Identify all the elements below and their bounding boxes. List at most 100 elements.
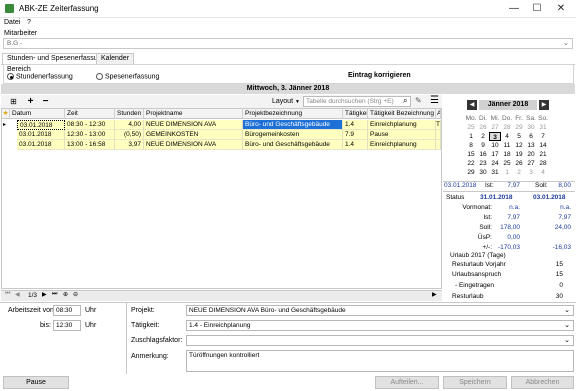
radio-hours[interactable]: Stundenerfassung: [7, 73, 73, 80]
add-icon[interactable]: +: [25, 96, 36, 107]
calendar-day[interactable]: 21: [537, 150, 549, 159]
prev-month-icon[interactable]: ◀: [467, 100, 477, 110]
menu-help[interactable]: ?: [27, 19, 31, 26]
table-row-activity-desc[interactable]: Einreichplanung: [368, 140, 436, 150]
next-month-icon[interactable]: ▶: [539, 100, 549, 110]
table-row-date[interactable]: 03.01.2018: [17, 120, 65, 130]
radio-expenses[interactable]: Spesenerfassung: [96, 73, 159, 80]
table-row-activity[interactable]: 1.4: [343, 140, 368, 150]
radio-expenses-indicator[interactable]: [96, 73, 103, 80]
pause-button[interactable]: Pause: [3, 376, 69, 389]
calendar-day[interactable]: 14: [537, 141, 549, 150]
col-activity-desc[interactable]: Tätigkeit Bezeichnung: [368, 109, 436, 119]
table-row-project[interactable]: NEUE DIMENSION AVA: [144, 140, 243, 150]
tab-calendar[interactable]: Kalender: [96, 53, 135, 64]
calendar-day[interactable]: 30: [477, 168, 489, 177]
first-page-icon[interactable]: ⏮: [5, 291, 10, 298]
table-row-date[interactable]: 03.01.2018: [17, 130, 65, 140]
calendar-day[interactable]: 3: [489, 132, 501, 141]
scroll-right-icon[interactable]: ▶: [432, 291, 437, 298]
calendar-day[interactable]: 10: [489, 141, 501, 150]
calendar-day[interactable]: 5: [513, 132, 525, 141]
table-row-hours[interactable]: (0,50): [115, 130, 144, 140]
table-row-activity-desc[interactable]: Pause: [368, 130, 436, 140]
table-row-time[interactable]: 13:00 - 16:58: [65, 140, 115, 150]
calendar-day[interactable]: 25: [501, 159, 513, 168]
calendar-day[interactable]: 25: [465, 123, 477, 132]
table-row-time[interactable]: 12:30 - 13:00: [65, 130, 115, 140]
calendar-day[interactable]: 4: [537, 168, 549, 177]
note-textarea[interactable]: Türöffnungen kontrolliert: [186, 350, 574, 372]
calendar-day[interactable]: 24: [489, 159, 501, 168]
calendar-day[interactable]: 27: [525, 159, 537, 168]
append-icon[interactable]: ⊕: [63, 291, 68, 298]
table-row-activity[interactable]: 1.4: [343, 120, 368, 130]
table-row-hours[interactable]: 3,97: [115, 140, 144, 150]
table-row-project-desc[interactable]: Büro- und Geschäftsgebäude: [243, 120, 343, 130]
tab-hours-expenses[interactable]: Stunden- und Spesenerfassung: [2, 53, 111, 64]
calendar-day[interactable]: 13: [525, 141, 537, 150]
calendar-day[interactable]: 1: [501, 168, 513, 177]
menu-icon[interactable]: ☰: [430, 95, 439, 106]
table-row-project-desc[interactable]: Büro- und Geschäftsgebäude: [243, 140, 343, 150]
split-button[interactable]: Aufteilen...: [375, 376, 439, 389]
calendar-day[interactable]: 30: [525, 123, 537, 132]
from-input[interactable]: 08:30: [53, 305, 81, 316]
calendar-day[interactable]: 26: [513, 159, 525, 168]
table-row-ar[interactable]: Tü: [436, 120, 441, 130]
to-input[interactable]: 12:30: [53, 320, 81, 331]
calendar-day[interactable]: 26: [477, 123, 489, 132]
employee-select[interactable]: B.G - ⌄: [3, 38, 573, 49]
layout-button[interactable]: Layout ▼: [272, 98, 300, 105]
search-input[interactable]: Tabelle durchsuchen (Strg +E): [303, 96, 411, 107]
table-settings-icon[interactable]: ⊞: [8, 96, 19, 107]
calendar-day[interactable]: 29: [465, 168, 477, 177]
table-row-project[interactable]: NEUE DIMENSION AVA: [144, 120, 243, 130]
table-row-project[interactable]: GEMEINKOSTEN: [144, 130, 243, 140]
calendar-day[interactable]: 4: [501, 132, 513, 141]
calendar-day[interactable]: 27: [489, 123, 501, 132]
table-row-date[interactable]: 03.01.2018: [17, 140, 65, 150]
delete-row-icon[interactable]: ⊖: [73, 291, 78, 298]
close-button[interactable]: ✕: [552, 2, 570, 16]
col-project[interactable]: Projektname: [144, 109, 243, 119]
activity-select[interactable]: 1.4 - Einreichplanung ⌄: [186, 320, 574, 331]
calendar-day[interactable]: 29: [513, 123, 525, 132]
col-date[interactable]: Datum: [10, 109, 65, 119]
col-project-desc[interactable]: Projektbezeichnung: [243, 109, 343, 119]
calendar-day[interactable]: 16: [477, 150, 489, 159]
last-page-icon[interactable]: ⏭: [52, 291, 57, 298]
table-row-hours[interactable]: 4,00: [115, 120, 144, 130]
table-row-activity-desc[interactable]: Einreichplanung: [368, 120, 436, 130]
calendar-day[interactable]: 22: [465, 159, 477, 168]
clear-search-icon[interactable]: ✎: [415, 96, 422, 105]
calendar-day[interactable]: 3: [525, 168, 537, 177]
col-ar[interactable]: Ar: [436, 109, 441, 119]
col-hours[interactable]: Stunden: [115, 109, 144, 119]
calendar-day[interactable]: 1: [465, 132, 477, 141]
calendar-day[interactable]: 28: [537, 159, 549, 168]
maximize-button[interactable]: ☐: [528, 2, 546, 16]
cancel-button[interactable]: Abbrechen: [511, 376, 574, 389]
save-button[interactable]: Speichern: [443, 376, 507, 389]
col-time[interactable]: Zeit: [65, 109, 115, 119]
calendar-day[interactable]: 2: [477, 132, 489, 141]
calendar-day[interactable]: 7: [537, 132, 549, 141]
factor-select[interactable]: ⌄: [186, 335, 574, 346]
calendar-day[interactable]: 6: [525, 132, 537, 141]
calendar-day[interactable]: 11: [501, 141, 513, 150]
menu-file[interactable]: Datei: [4, 19, 20, 26]
table-row-ar[interactable]: [436, 140, 441, 150]
calendar-day[interactable]: 15: [465, 150, 477, 159]
project-select[interactable]: NEUE DIMENSION AVA Büro- und Geschäftsge…: [186, 305, 574, 316]
table-row-ar[interactable]: [436, 130, 441, 140]
calendar-day[interactable]: 2: [513, 168, 525, 177]
minimize-button[interactable]: —: [505, 2, 523, 16]
calendar-day[interactable]: 28: [501, 123, 513, 132]
calendar-day[interactable]: 31: [489, 168, 501, 177]
remove-icon[interactable]: −: [40, 96, 51, 107]
table-row-project-desc[interactable]: Bürogemeinkosten: [243, 130, 343, 140]
col-activity[interactable]: Tätigkeit: [343, 109, 368, 119]
next-page-icon[interactable]: ▶: [42, 291, 47, 298]
calendar-day[interactable]: 18: [501, 150, 513, 159]
